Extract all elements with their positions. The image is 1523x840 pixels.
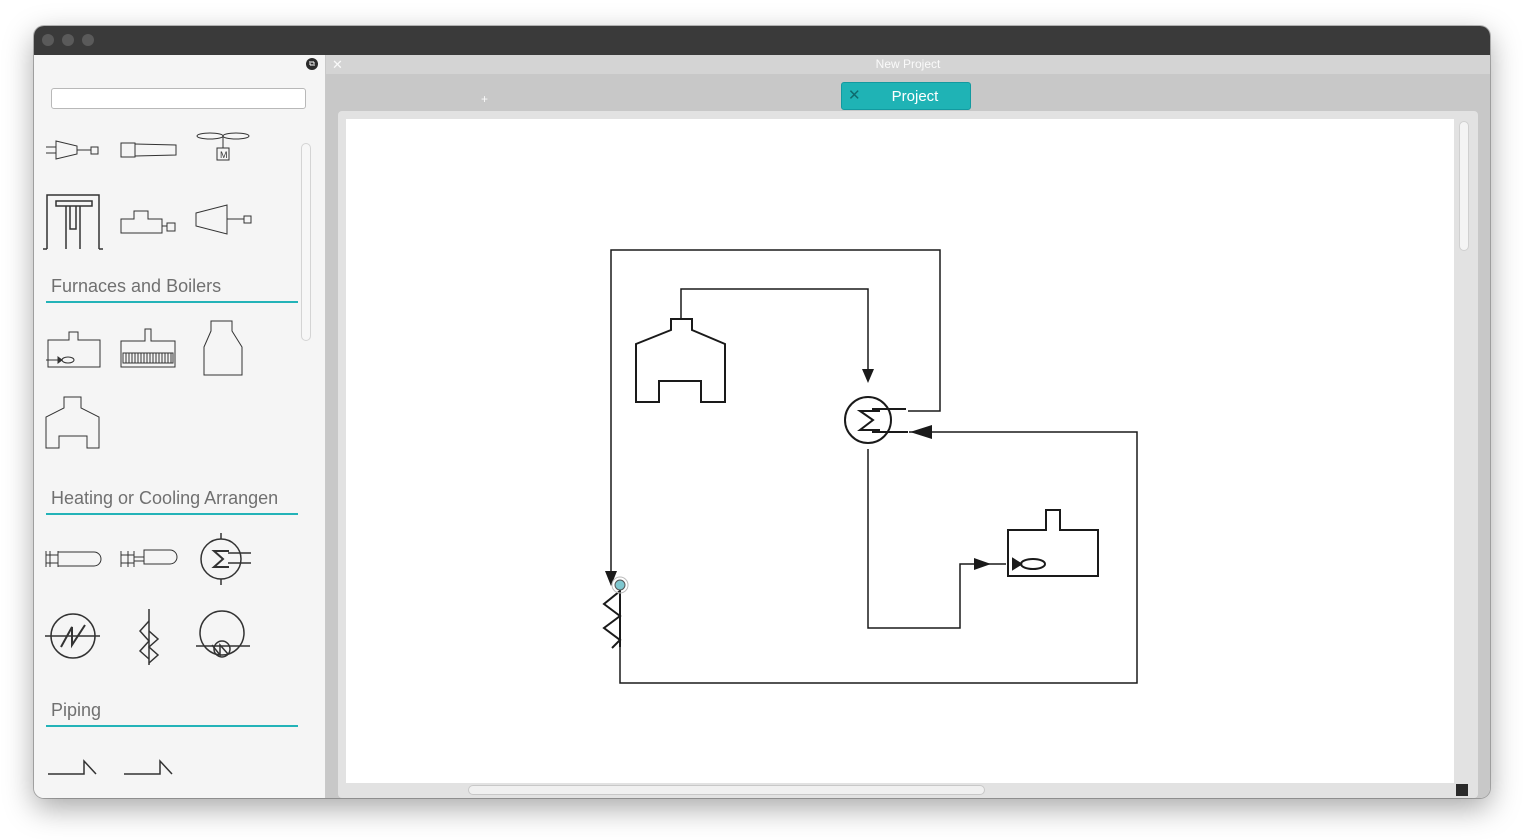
connection-handle (614, 579, 626, 591)
boiler-tubes-icon[interactable] (120, 319, 180, 379)
zoom-window-button[interactable] (82, 34, 94, 46)
pipe-line (619, 431, 1138, 684)
app-window: ⧉ M Furnaces and Boilers Heating or Cool… (34, 26, 1490, 798)
turbine-icon[interactable] (194, 189, 254, 249)
heat-exchanger-node (844, 396, 908, 444)
canvas-container (338, 111, 1478, 798)
compressor-motor-icon[interactable] (44, 124, 104, 184)
editor-header: ✕ New Project (326, 55, 1490, 74)
cooler-icon[interactable] (44, 607, 104, 667)
add-tab-button[interactable]: + (481, 92, 488, 106)
furnace-node (635, 318, 726, 403)
diagram-canvas[interactable] (346, 119, 1454, 783)
flow-arrow (862, 369, 874, 383)
svg-text:M: M (220, 150, 228, 160)
circular-heater-icon[interactable] (194, 607, 254, 667)
vertical-scrollbar[interactable] (1459, 121, 1469, 251)
furnace-burner-icon[interactable] (44, 319, 104, 379)
flow-arrow (910, 425, 932, 439)
close-window-button[interactable] (42, 34, 54, 46)
burner-furnace-node (1007, 509, 1099, 577)
coil-heater-node (602, 587, 622, 649)
window-title: New Project (875, 57, 941, 71)
editor-area: ✕ New Project + ✕ Project (326, 55, 1490, 798)
pipe-reducer-2-icon[interactable] (120, 747, 180, 798)
pipe-reducer-icon[interactable] (44, 747, 104, 798)
pipe-line (680, 288, 869, 373)
undock-icon[interactable]: ⧉ (306, 58, 318, 70)
shape-palette-sidebar: ⧉ M Furnaces and Boilers Heating or Cool… (34, 55, 326, 798)
heater-tube-icon[interactable] (120, 531, 180, 591)
press-icon[interactable] (43, 189, 104, 250)
pipe-line (610, 249, 941, 573)
section-title-piping[interactable]: Piping (51, 700, 101, 721)
scroll-corner (1456, 784, 1468, 796)
tab-label: Project (891, 88, 939, 105)
palette-list: M Furnaces and Boilers Heating or Coolin… (34, 119, 325, 798)
search-input[interactable] (51, 88, 306, 109)
section-title-furnaces[interactable]: Furnaces and Boilers (51, 276, 221, 297)
minimize-window-button[interactable] (62, 34, 74, 46)
section-divider (46, 301, 298, 303)
blower-icon[interactable] (120, 124, 180, 184)
furnace-icon[interactable] (44, 391, 104, 451)
title-bar (34, 26, 1490, 55)
section-divider (46, 513, 298, 515)
heat-exchanger-icon[interactable] (194, 531, 254, 591)
fan-motor-icon[interactable]: M (194, 124, 254, 184)
section-title-heating[interactable]: Heating or Cooling Arrangen (51, 488, 278, 509)
tab-project[interactable]: ✕ Project (841, 82, 971, 110)
bottle-furnace-icon[interactable] (194, 319, 254, 379)
pump-motor-icon[interactable] (120, 189, 180, 249)
flow-arrow (974, 558, 991, 570)
coil-heater-icon[interactable] (120, 607, 180, 667)
process-diagram (602, 249, 1138, 684)
sidebar-header: ⧉ (34, 55, 325, 77)
pipe-line (867, 449, 1006, 629)
section-divider (46, 725, 298, 727)
heater-rod-icon[interactable] (44, 531, 104, 591)
horizontal-scrollbar[interactable] (468, 785, 985, 795)
